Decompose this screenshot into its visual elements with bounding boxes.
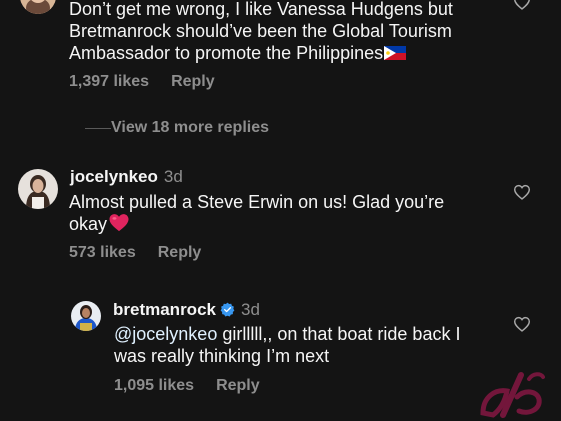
comment-text: Almost pulled a Steve Erwin on us! Glad … (69, 191, 529, 237)
username-text: bretmanrock (113, 300, 216, 319)
comment-text-fragment: Ambassador to promote the Philippines (69, 43, 384, 63)
avatar-image (18, 169, 58, 209)
like-heart-icon[interactable] (513, 316, 531, 332)
avatar[interactable] (20, 0, 56, 14)
avatar[interactable] (18, 169, 58, 209)
divider-line (85, 127, 111, 129)
comment-text-line: Ambassador to promote the Philippines (69, 42, 529, 65)
red-heart-icon (108, 213, 130, 237)
likes-count[interactable]: 1,397 likes (69, 73, 149, 90)
like-heart-icon[interactable] (513, 0, 531, 10)
timestamp: 3d (240, 300, 260, 319)
philippines-flag-icon (384, 43, 407, 65)
comment-text: Don’t get me wrong, I like Vanessa Hudge… (69, 0, 529, 65)
comment-text-line: was really thinking I’m next (114, 346, 330, 366)
username-text: jocelynkeo (70, 167, 158, 186)
comment-text-fragment: okay (69, 214, 108, 234)
mention-link[interactable]: @jocelynkeo (114, 324, 217, 344)
comment-text: @jocelynkeo girlllll,, on that boat ride… (114, 323, 514, 367)
view-more-replies-label: View 18 more replies (111, 119, 270, 136)
reply-button[interactable]: Reply (216, 377, 260, 394)
comment-text-line: @jocelynkeo girlllll,, on that boat ride… (114, 323, 514, 345)
comment-text-line: Don’t get me wrong, I like Vanessa Hudge… (69, 0, 453, 19)
comment-text-fragment: girlllll,, on that boat ride back I (217, 324, 461, 344)
view-more-replies-button[interactable]: View 18 more replies (85, 119, 269, 137)
comment-meta: 573 likes Reply (69, 244, 201, 262)
avatar-image (71, 301, 101, 331)
comment-meta: 1,095 likes Reply (114, 377, 260, 395)
avatar[interactable] (71, 301, 101, 331)
comment-text-line: Almost pulled a Steve Erwin on us! Glad … (69, 192, 445, 212)
username[interactable]: bretmanrock 3d (113, 300, 260, 320)
likes-count[interactable]: 573 likes (69, 244, 136, 261)
verified-badge-icon (220, 302, 235, 317)
watermark-logo-icon (480, 372, 545, 418)
like-heart-icon[interactable] (513, 184, 531, 200)
avatar-image (20, 0, 56, 14)
comments-thread: Don’t get me wrong, I like Vanessa Hudge… (0, 0, 561, 421)
likes-count[interactable]: 1,095 likes (114, 377, 194, 394)
comment-text-line: Bretmanrock should’ve been the Global To… (69, 21, 452, 41)
reply-button[interactable]: Reply (171, 73, 215, 90)
reply-button[interactable]: Reply (158, 244, 202, 261)
comment-text-line: okay (69, 213, 529, 237)
timestamp: 3d (163, 167, 183, 186)
comment-meta: 1,397 likes Reply (69, 73, 215, 91)
username[interactable]: jocelynkeo 3d (70, 167, 183, 187)
